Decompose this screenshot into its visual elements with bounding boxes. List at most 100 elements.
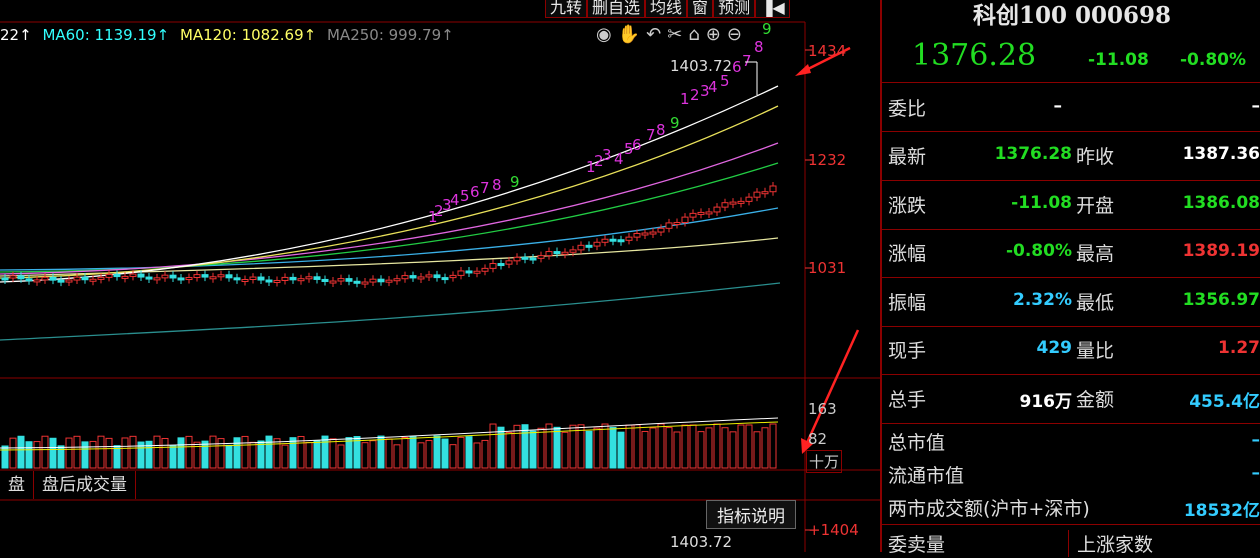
- volume-bar: [506, 432, 512, 468]
- quote-row: 最新1376.28昨收1387.36: [882, 132, 1260, 180]
- volume-bar: [490, 424, 496, 468]
- volume-bar: [10, 438, 16, 468]
- candle: [530, 258, 536, 260]
- hand-icon[interactable]: ✋: [618, 24, 646, 45]
- volume-bar: [714, 424, 720, 468]
- volume-bar: [514, 425, 520, 468]
- lock-icon[interactable]: ⌂: [688, 24, 705, 45]
- candle: [450, 275, 456, 277]
- weibi-value: –: [1054, 96, 1063, 116]
- tab-after-hours-volume[interactable]: 盘后成交量: [34, 471, 136, 499]
- zoom-in-icon[interactable]: ⊕: [706, 24, 727, 45]
- candle: [442, 278, 448, 280]
- candle: [170, 275, 176, 278]
- candle: [26, 279, 32, 281]
- weibi-row: 委比 – –: [882, 84, 1260, 132]
- volume-bar: [658, 424, 664, 468]
- candle: [378, 279, 384, 282]
- candle: [346, 279, 352, 282]
- toolbar-pin-icon[interactable]: ▐◀: [755, 0, 790, 18]
- ma-legend-ma60: MA60: 1139.19↑: [42, 26, 169, 44]
- candle: [690, 213, 696, 217]
- quote-label: 开盘: [1076, 191, 1114, 218]
- candle: [770, 186, 776, 192]
- volume-bar: [314, 441, 320, 468]
- price-change-pct: -0.80%: [1180, 50, 1246, 70]
- toolbar-nine-turn-button[interactable]: 九转: [545, 0, 587, 18]
- toolbar-window-button[interactable]: 窗: [687, 0, 713, 18]
- nine-turn-counter: 8: [492, 176, 502, 194]
- volume-bar: [106, 438, 112, 468]
- volume-bar: [154, 436, 160, 468]
- candle: [154, 278, 160, 280]
- toolbar-remove-watchlist-button[interactable]: 删自选: [587, 0, 645, 18]
- price-change: -11.08: [1088, 50, 1149, 70]
- nine-turn-counter: 8: [754, 38, 764, 56]
- tab-pan[interactable]: 盘: [0, 471, 34, 499]
- quote-label: 最新: [888, 142, 926, 169]
- volume-bar: [642, 431, 648, 468]
- price-axis-label: 1031: [808, 259, 846, 277]
- volume-bar: [482, 440, 488, 468]
- volume-bar: [370, 441, 376, 468]
- eye-icon[interactable]: ◉: [596, 24, 618, 45]
- price-axis-label: 1232: [808, 151, 846, 169]
- quote-label: 金额: [1076, 385, 1114, 412]
- candle: [138, 274, 144, 277]
- volume-bar: [682, 425, 688, 468]
- quote-row: 振幅2.32%最低1356.97: [882, 278, 1260, 326]
- quote-label: 涨幅: [888, 239, 926, 266]
- candle: [42, 277, 48, 280]
- zoom-out-icon[interactable]: ⊖: [727, 24, 748, 45]
- candle: [434, 275, 440, 278]
- kline-chart-area[interactable]: 123456789123456789123456789 九转 删自选 均线 窗 …: [0, 0, 880, 552]
- candle: [490, 264, 496, 269]
- candle: [538, 256, 544, 259]
- rise-count-label: 上涨家数: [1068, 530, 1153, 557]
- candle: [66, 280, 72, 282]
- volume-bar: [434, 436, 440, 468]
- bottom-row: 委卖量 上涨家数: [882, 528, 1260, 558]
- candle: [682, 217, 688, 222]
- candlestick-chart[interactable]: 123456789123456789123456789: [0, 0, 880, 552]
- volume-bar: [498, 427, 504, 468]
- volume-bar: [530, 431, 536, 468]
- candle: [722, 203, 728, 207]
- quote-label: 最高: [1076, 239, 1114, 266]
- volume-bar: [706, 428, 712, 468]
- scissors-icon[interactable]: ✂: [667, 24, 688, 45]
- toolbar-ma-button[interactable]: 均线: [645, 0, 687, 18]
- candle: [98, 277, 104, 279]
- candle: [314, 277, 320, 280]
- nine-turn-counter: 9: [762, 20, 772, 38]
- divider: [882, 82, 1260, 83]
- candle: [74, 277, 80, 280]
- chart-toolbar: 九转 删自选 均线 窗 预测 ▐◀: [545, 0, 790, 18]
- candle: [714, 207, 720, 212]
- indicator-explain-button[interactable]: 指标说明: [706, 500, 796, 529]
- volume-bar: [618, 432, 624, 468]
- undo-icon[interactable]: ↶: [646, 24, 667, 45]
- quote-label: 总手: [888, 385, 926, 412]
- volume-bar: [730, 432, 736, 468]
- volume-bar: [386, 439, 392, 468]
- volume-bar: [266, 436, 272, 468]
- nine-turn-counter: 4: [450, 191, 460, 209]
- float-cap-row: 流通市值 –: [882, 459, 1260, 489]
- quote-value: 1387.36: [1183, 144, 1260, 164]
- candle: [162, 275, 168, 278]
- quote-panel: 科创100 000698 1376.28 -11.08 -0.80% 委比 – …: [880, 0, 1260, 552]
- volume-bar: [362, 443, 368, 468]
- quote-label: 最低: [1076, 288, 1114, 315]
- candle: [458, 271, 464, 275]
- candle: [578, 245, 584, 250]
- nine-turn-counter: 3: [602, 146, 612, 164]
- volume-axis-label: 163: [808, 400, 837, 418]
- nine-turn-counter: 6: [470, 183, 480, 201]
- toolbar-forecast-button[interactable]: 预测: [713, 0, 755, 18]
- candle: [426, 275, 432, 277]
- candle: [298, 279, 304, 281]
- candle: [730, 202, 736, 204]
- candle: [370, 279, 376, 282]
- candle: [362, 282, 368, 284]
